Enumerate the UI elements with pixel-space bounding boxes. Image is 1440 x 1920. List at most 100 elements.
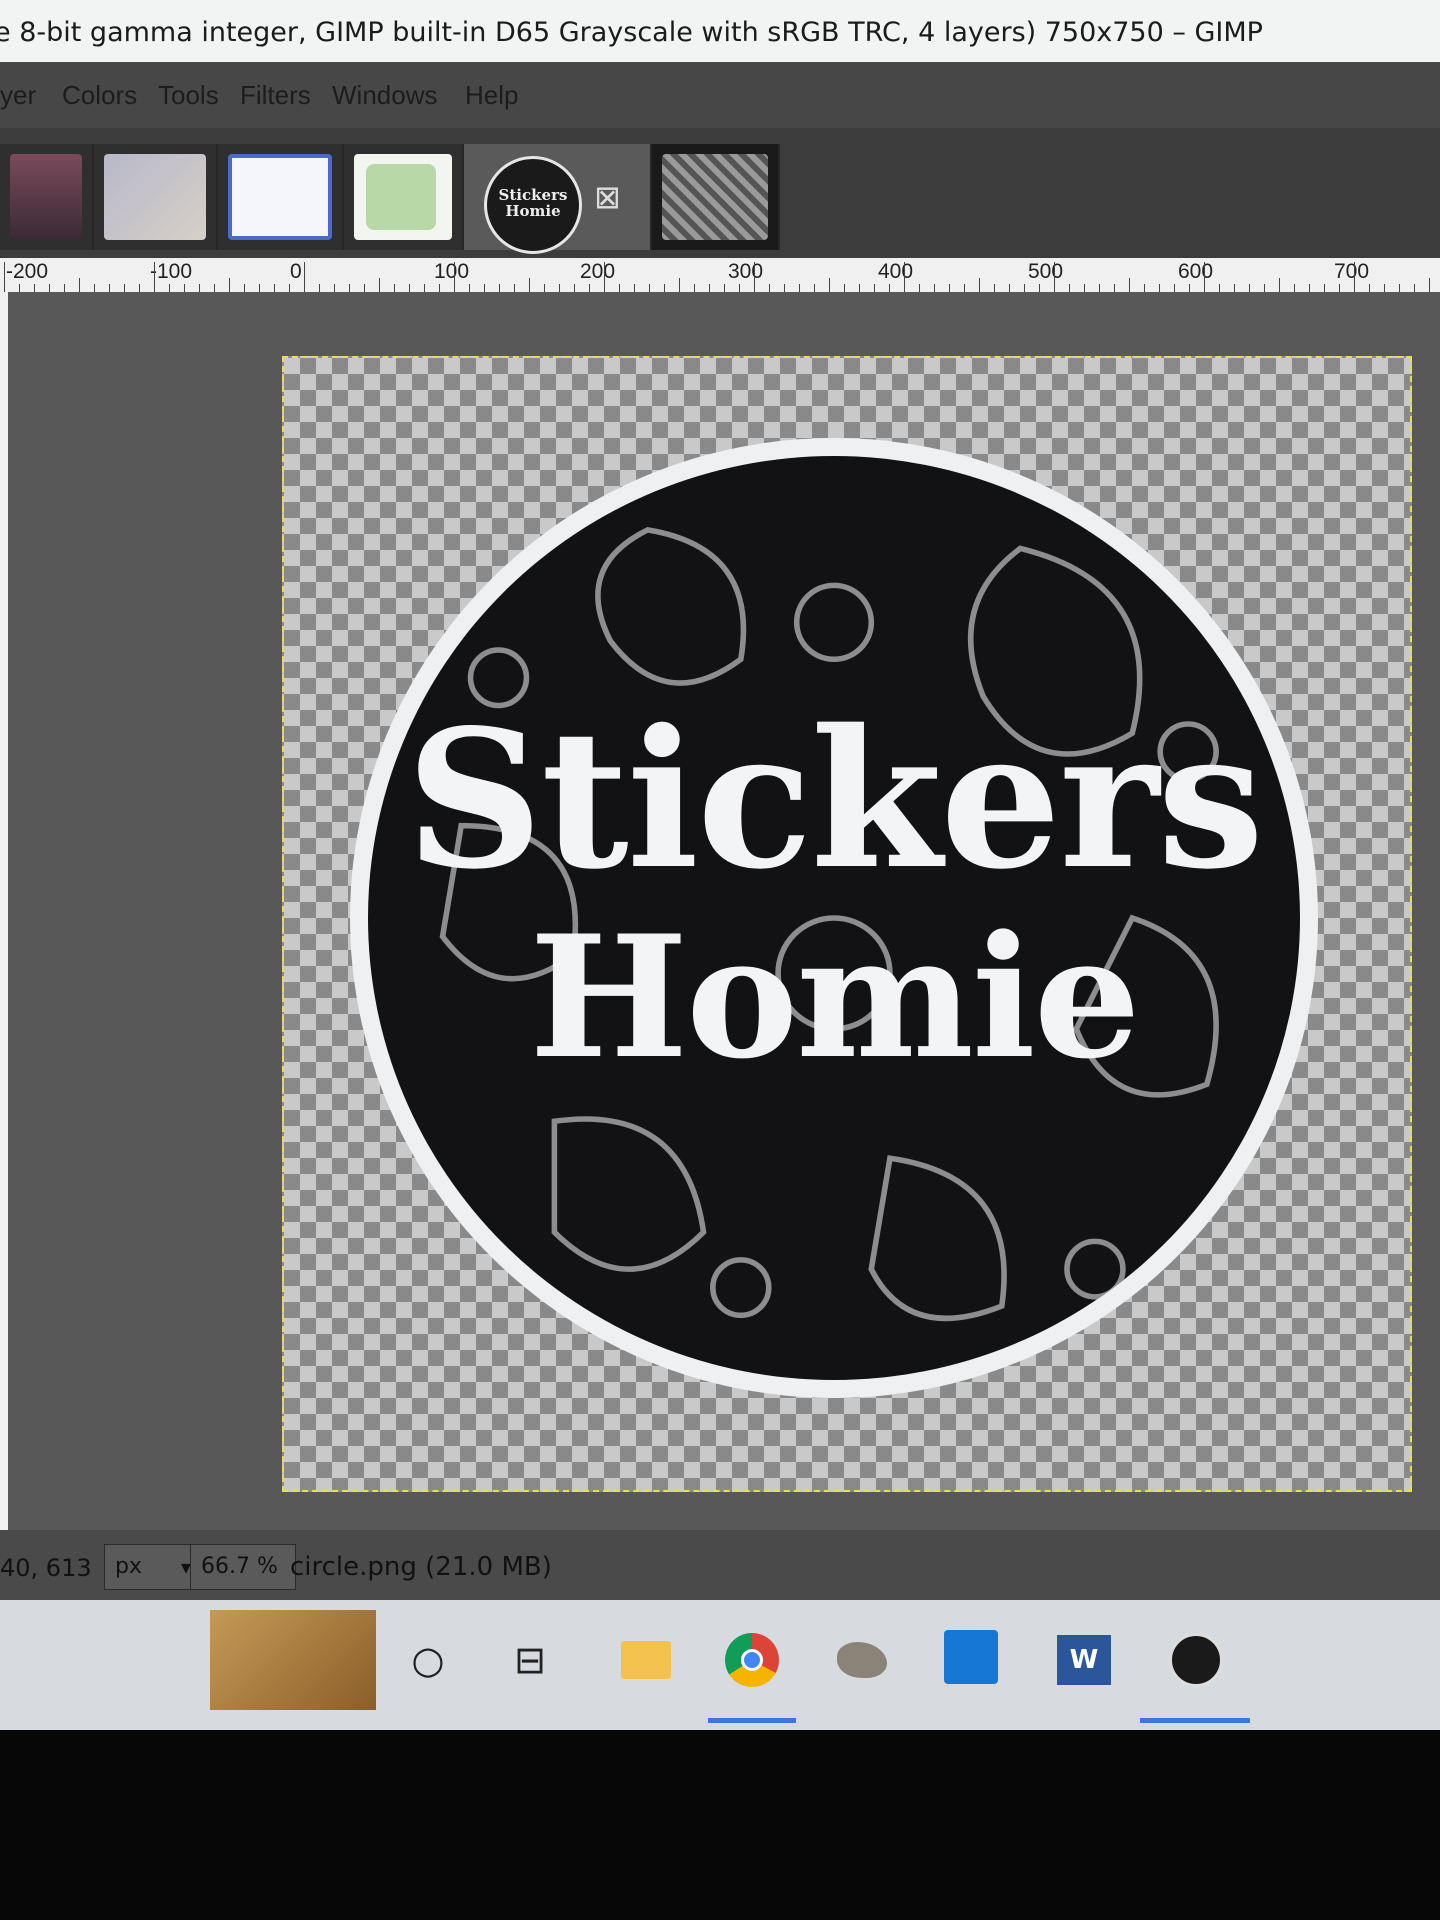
menu-windows[interactable]: Windows — [332, 80, 437, 111]
ruler-tick — [409, 284, 410, 292]
ruler-tick — [1384, 284, 1385, 292]
ruler-tick — [379, 278, 380, 292]
ruler-label: -100 — [150, 260, 193, 283]
ruler-tick — [994, 284, 995, 292]
ruler-tick — [1369, 284, 1370, 292]
image-tab-2[interactable] — [94, 144, 218, 250]
ruler-tick — [4, 262, 5, 292]
ruler-tick — [1159, 284, 1160, 292]
ruler-tick — [394, 284, 395, 292]
ruler-tick — [514, 284, 515, 292]
ruler-tick — [1144, 284, 1145, 292]
image-tab-3[interactable] — [218, 144, 344, 250]
ruler-tick — [709, 284, 710, 292]
task-view-icon[interactable]: ⊟ — [500, 1630, 560, 1690]
chrome-ring — [725, 1633, 779, 1687]
ruler-tick — [139, 284, 140, 292]
ruler-label: 200 — [580, 260, 616, 283]
search-circle-icon[interactable]: ○ — [398, 1630, 458, 1690]
ruler-tick — [214, 284, 215, 292]
ruler-tick — [724, 284, 725, 292]
gimp-active-indicator — [1140, 1718, 1250, 1723]
monitor-bezel — [0, 1730, 1440, 1920]
ruler-tick — [799, 284, 800, 292]
image-tab-active[interactable]: Stickers Homie ⊠ — [464, 144, 652, 254]
word-badge: W — [1057, 1635, 1111, 1685]
ruler-tick — [964, 284, 965, 292]
sticker-circle: Stickers Homie — [350, 438, 1318, 1398]
thumbnail-active-label: Stickers Homie — [498, 186, 568, 220]
ruler-tick — [919, 284, 920, 292]
ruler-tick — [694, 284, 695, 292]
ruler-tick — [1354, 262, 1355, 292]
thumbnail-1 — [10, 154, 82, 240]
thumbnail-active: Stickers Homie — [484, 156, 582, 254]
maui-sticker-shape — [366, 164, 436, 230]
ruler-tick — [889, 284, 890, 292]
ruler-tick — [1204, 262, 1205, 292]
ruler-tick — [1309, 284, 1310, 292]
ruler-tick — [1249, 284, 1250, 292]
sticker-text-homie: Homie — [529, 898, 1140, 1096]
thumbnail-2 — [104, 154, 206, 240]
ruler-label: 400 — [878, 260, 914, 283]
ruler-tick — [874, 284, 875, 292]
window-title: e 8-bit gamma integer, GIMP built-in D65… — [0, 17, 1263, 48]
menu-colors[interactable]: Colors — [62, 80, 137, 111]
chrome-icon[interactable] — [722, 1630, 782, 1690]
file-info: circle.png (21.0 MB) — [290, 1552, 552, 1582]
photos-icon[interactable] — [944, 1630, 998, 1684]
ruler-tick — [1324, 284, 1325, 292]
ruler-tick — [184, 284, 185, 292]
ruler-tick — [274, 284, 275, 292]
title-bar: e 8-bit gamma integer, GIMP built-in D65… — [0, 0, 1440, 62]
stickers-homie-icon[interactable] — [1166, 1630, 1226, 1690]
ruler-tick — [439, 284, 440, 292]
ruler-tick — [1294, 284, 1295, 292]
ruler-tick — [34, 284, 35, 292]
ruler-tick — [769, 284, 770, 292]
menu-filters[interactable]: Filters — [240, 80, 311, 111]
ruler-tick — [1039, 284, 1040, 292]
word-icon[interactable]: W — [1054, 1630, 1114, 1690]
thumbnail-4 — [354, 154, 452, 240]
ruler-tick — [589, 284, 590, 292]
file-explorer-icon[interactable] — [616, 1630, 676, 1690]
paisley-shape — [595, 527, 747, 686]
ruler-label: 600 — [1178, 260, 1214, 283]
ruler-tick — [19, 284, 20, 292]
ruler-tick — [634, 284, 635, 292]
unit-select[interactable]: px ▾ — [104, 1544, 200, 1590]
menu-help[interactable]: Help — [465, 80, 518, 111]
ruler-tick — [319, 284, 320, 292]
menu-layer[interactable]: yer — [0, 80, 36, 111]
ruler-tick — [1339, 284, 1340, 292]
ruler-tick — [1264, 284, 1265, 292]
ruler-tick — [484, 284, 485, 292]
menu-tools[interactable]: Tools — [158, 80, 219, 111]
ruler-label: 0 — [290, 260, 302, 283]
ruler-tick — [1129, 278, 1130, 292]
ruler-tick — [1024, 284, 1025, 292]
gimp-icon[interactable] — [832, 1630, 892, 1690]
ruler-tick — [1084, 284, 1085, 292]
ruler-tick — [349, 284, 350, 292]
image-tab-4[interactable] — [344, 144, 464, 250]
ruler-tick — [304, 262, 305, 292]
ruler-tick — [94, 284, 95, 292]
zoom-select[interactable]: 66.7 % — [190, 1544, 296, 1590]
ruler-tick — [619, 284, 620, 292]
ruler-tick — [64, 284, 65, 292]
ruler-label: 300 — [728, 260, 764, 283]
chrome-active-indicator — [708, 1718, 796, 1723]
ruler-tick — [529, 278, 530, 292]
ruler-tick — [934, 284, 935, 292]
image-tab-1[interactable] — [0, 144, 94, 250]
ruler-tick — [469, 284, 470, 292]
taskbar: ○ ⊟ W — [0, 1600, 1440, 1730]
ruler-tick — [649, 284, 650, 292]
ruler-tick — [109, 284, 110, 292]
gimp-mascot — [837, 1642, 887, 1678]
close-tab-icon[interactable]: ⊠ — [594, 178, 621, 216]
image-tab-6[interactable] — [652, 144, 780, 250]
